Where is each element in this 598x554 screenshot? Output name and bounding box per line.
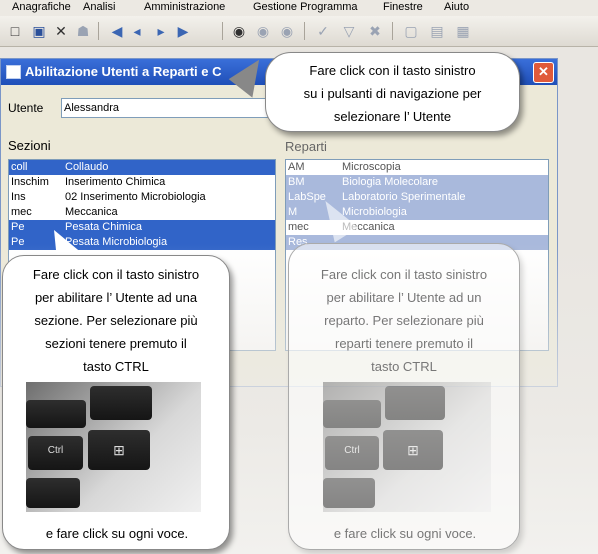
keyboard-key [323,400,381,428]
list-item[interactable]: coll Collaudo [9,160,275,175]
callout-footer: e fare click su ogni voce. [333,526,477,541]
ctrl-key: Ctrl [28,436,83,470]
callout-line: per abilitare l’ Utente ad un [326,290,482,305]
callout-line: Fare click con il tasto sinistro [320,267,488,282]
keyboard-key [26,400,86,428]
list-item[interactable]: mec Meccanica [9,205,275,220]
list-item[interactable]: Inschim Inserimento Chimica [9,175,275,190]
last-record-icon[interactable]: ▶︎ [174,23,192,39]
keyboard-key [385,386,445,420]
callout-line: su i pulsanti di navigazione per [303,86,482,101]
callout-line: reparti tenere premuto il [334,336,473,351]
check-icon[interactable]: ✓ [314,23,332,39]
menu-amministrazione[interactable]: Amministrazione [144,1,225,13]
ctrl-key: Ctrl [325,436,379,470]
find-icon[interactable]: ◉ [230,23,248,39]
callout-reparto: Fare click con il tasto sinistro per abi… [288,243,520,550]
copy-icon[interactable]: ▤ [428,23,446,39]
save-icon[interactable]: ▣ [30,23,48,39]
find-next-icon[interactable]: ◉ [278,23,296,39]
callout-navigation: Fare click con il tasto sinistro su i pu… [265,52,520,132]
dialog-title: Abilitazione Utenti a Reparti e C [25,64,222,79]
callout-line: sezione. Per selezionare più [34,313,198,328]
keyboard-ctrl-image: Ctrl ⊞ [323,382,491,512]
menu-finestre[interactable]: Finestre [383,1,423,13]
previous-record-icon[interactable]: ◂ [128,23,146,39]
callout-line: Fare click con il tasto sinistro [32,267,200,282]
keyboard-key [323,478,375,508]
callout-sezione: Fare click con il tasto sinistro per abi… [2,255,230,550]
clear-filter-icon[interactable]: ✖ [366,23,384,39]
utente-field[interactable]: Alessandra [61,98,275,118]
callout-line: tasto CTRL [371,359,437,374]
list-item[interactable]: Ins 02 Inserimento Microbiologia [9,190,275,205]
new-icon[interactable]: □ [6,23,24,39]
callout-line: selezionare l’ Utente [333,109,452,124]
shield-icon[interactable]: ☗ [74,23,92,39]
sezioni-label: Sezioni [8,138,51,153]
menu-anagrafiche[interactable]: Anagrafiche [12,1,71,13]
utente-label: Utente [8,101,44,115]
find-previous-icon[interactable]: ◉ [254,23,272,39]
callout-footer: e fare click su ogni voce. [45,526,189,541]
keyboard-key [26,478,80,508]
window-icon[interactable]: ▢ [402,23,420,39]
reparti-label: Reparti [285,139,327,154]
menu-aiuto[interactable]: Aiuto [444,1,469,13]
app-icon [6,65,21,79]
callout-line: sezioni tenere premuto il [45,336,187,351]
toolbar: □ ▣ ✕ ☗ ◀︎ ◂ ▸ ▶︎ ◉ ◉ ◉ ✓ ▽ ✖ ▢ ▤ ▦ [0,16,598,47]
menu-analisi[interactable]: Analisi [83,1,115,13]
close-icon[interactable]: ✕ [533,62,554,83]
callout-line: reparto. Per selezionare più [324,313,484,328]
filter-icon[interactable]: ▽ [340,23,358,39]
keyboard-key [90,386,152,420]
list-item[interactable]: AM Microscopia [286,160,548,175]
menu-bar: Anagrafiche Analisi Amministrazione Gest… [0,0,598,16]
keyboard-ctrl-image: Ctrl ⊞ [26,382,201,512]
list-item[interactable]: BM Biologia Molecolare [286,175,548,190]
menu-gestione-programma[interactable]: Gestione Programma [253,1,358,13]
windows-key-icon: ⊞ [88,430,150,470]
library-icon[interactable]: ▦ [454,23,472,39]
first-record-icon[interactable]: ◀︎ [108,23,126,39]
next-record-icon[interactable]: ▸ [152,23,170,39]
delete-icon[interactable]: ✕ [52,23,70,39]
callout-line: per abilitare l’ Utente ad una [34,290,198,305]
callout-line: tasto CTRL [83,359,149,374]
callout-line: Fare click con il tasto sinistro [309,63,476,78]
windows-key-icon: ⊞ [383,430,443,470]
